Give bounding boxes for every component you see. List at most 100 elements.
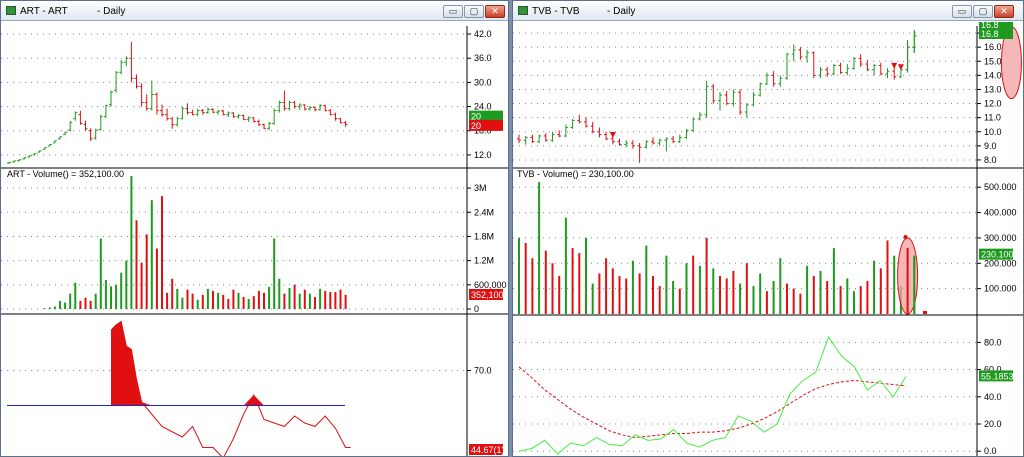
art-volume-volume-bar <box>125 260 128 309</box>
art-volume-volume-bar <box>99 238 102 309</box>
tvb-volume-volume-bar <box>685 263 688 314</box>
tvb-volume-volume-bar <box>611 268 614 314</box>
art-volume-volume-bar <box>150 200 153 309</box>
chart-window-art[interactable]: ART - ART - Daily ▭ ▢ ✕ ART - Volume() =… <box>0 0 509 457</box>
tvb-volume-volume-bar <box>538 182 541 314</box>
art-volume-tick-label: 0 <box>474 304 479 314</box>
tvb-osc-line <box>518 335 907 455</box>
tvb-volume-volume-bar <box>866 281 869 314</box>
art-volume-volume-bar <box>104 279 107 309</box>
art-volume-volume-bar <box>268 286 271 309</box>
tvb-price-tick-label: 8.0 <box>984 155 997 165</box>
tvb-volume-recent-volume-bar <box>913 255 916 314</box>
art-volume-tick-label: 1.8M <box>474 231 494 241</box>
window-period: - Daily <box>607 6 636 17</box>
art-osc-line <box>110 320 351 456</box>
art-volume-volume-bar <box>176 288 179 309</box>
window-titlebar[interactable]: TVB - TVB - Daily ▭ ▢ ✕ <box>513 1 1023 21</box>
art-volume-volume-bar <box>74 282 77 309</box>
tvb-volume-volume-bar <box>739 283 742 314</box>
tvb-price-tick-label: 16.0 <box>984 42 1002 52</box>
art-volume-volume-bar <box>145 234 148 309</box>
art-volume-volume-bar <box>201 294 204 309</box>
tvb-price-tick-label: 15.0 <box>984 56 1002 66</box>
tvb-volume-marker <box>923 311 927 314</box>
tvb-volume-volume-bar <box>524 243 527 314</box>
close-button[interactable]: ✕ <box>994 5 1014 18</box>
art-volume-volume-bar <box>135 220 138 309</box>
art-volume-volume-bar <box>237 292 240 309</box>
tvb-volume-volume-bar <box>846 278 849 314</box>
tvb-osc-tick-label: 20.0 <box>984 419 1002 429</box>
art-volume-volume-bar <box>212 290 214 309</box>
art-volume-tick-label: 1.2M <box>474 256 494 266</box>
restore-button[interactable]: ▢ <box>973 5 993 18</box>
tvb-volume-volume-bar <box>605 258 608 314</box>
chart-window-icon <box>6 6 16 15</box>
tvb-volume-volume-bar <box>558 275 561 314</box>
tvb-price-tick-label: 11.0 <box>984 113 1001 123</box>
art-volume-volume-bar <box>319 288 322 309</box>
tvb-volume-label: TVB - Volume() = 230,100.00 <box>517 169 634 179</box>
art-volume-volume-bar <box>314 296 316 309</box>
window-titlebar[interactable]: ART - ART - Daily ▭ ▢ ✕ <box>1 1 508 21</box>
minimize-button[interactable]: ▭ <box>952 5 972 18</box>
tvb-osc-last: 55.1853 <box>981 371 1014 381</box>
tvb-volume-volume-bar <box>665 255 668 314</box>
art-price-tick-label: 12.0 <box>474 150 492 160</box>
tvb-volume-last: 230.100 <box>981 250 1014 260</box>
art-volume-volume-bar <box>155 248 158 309</box>
art-volume-tick-label: 3M <box>474 183 487 193</box>
art-price-tick-label: 36.0 <box>474 53 492 63</box>
art-volume-last: 352,100 <box>471 290 504 300</box>
art-volume-volume-bar <box>115 284 118 309</box>
tvb-volume-volume-bar <box>772 281 775 314</box>
tvb-volume-volume-bar <box>799 293 802 314</box>
tvb-volume-tick-label: 200.000 <box>984 258 1017 268</box>
tvb-volume-volume-bar <box>645 245 648 314</box>
art-osc-last: 44.67(1) <box>471 445 505 455</box>
tvb-price-last-down: 16.8 <box>981 29 999 39</box>
art-volume-volume-bar <box>273 238 276 309</box>
tvb-volume-volume-bar <box>812 275 815 314</box>
minimize-button[interactable]: ▭ <box>443 5 463 18</box>
tvb-volume-volume-bar <box>759 273 762 314</box>
art-volume-volume-bar <box>232 289 235 309</box>
art-volume-volume-bar <box>64 302 67 309</box>
tvb-osc-tick-label: 0.0 <box>984 446 997 456</box>
restore-button[interactable]: ▢ <box>464 5 484 18</box>
tvb-volume-volume-bar <box>792 288 795 314</box>
art-volume-volume-bar <box>329 292 332 309</box>
tvb-chart-canvas[interactable]: TVB - Volume() = 230,100.00 8.0 9.0 10.0 11… <box>513 22 1024 457</box>
art-price-last-down: 20 <box>471 121 481 131</box>
art-volume-volume-bar <box>252 296 255 309</box>
tvb-volume-volume-bar <box>598 273 601 314</box>
art-volume-volume-bar <box>293 284 296 309</box>
window-title: TVB - TVB <box>532 6 580 17</box>
art-volume-volume-bar <box>283 293 286 309</box>
chart-window-tvb[interactable]: TVB - TVB - Daily ▭ ▢ ✕ TVB - Volume() =… <box>512 0 1024 457</box>
tvb-volume-volume-bar <box>692 255 695 314</box>
art-volume-volume-bar <box>257 290 260 309</box>
tvb-volume-volume-bar <box>678 288 681 314</box>
tvb-osc-tick-label: 40.0 <box>984 392 1002 402</box>
art-chart-canvas[interactable]: ART - Volume() = 352,100.00 12.018.024.0… <box>1 22 509 457</box>
art-volume-volume-bar <box>181 297 184 309</box>
tvb-sell-arrow-icon <box>891 62 898 69</box>
art-volume-volume-bar <box>59 300 61 309</box>
art-volume-volume-bar <box>94 293 97 309</box>
tvb-volume-volume-bar <box>578 253 581 314</box>
art-volume-volume-bar <box>140 262 143 309</box>
art-volume-volume-bar <box>242 296 245 309</box>
tvb-volume-volume-bar <box>873 260 876 314</box>
tvb-volume-volume-bar <box>859 286 862 314</box>
art-volume-volume-bar <box>120 272 123 309</box>
art-volume-volume-bar <box>89 300 92 309</box>
tvb-volume-tick-label: 500.000 <box>984 182 1017 192</box>
window-period: - Daily <box>97 6 126 17</box>
art-osc-tick-label: 70.0 <box>474 366 492 376</box>
tvb-volume-volume-bar <box>752 286 755 314</box>
art-volume-volume-bar <box>344 294 347 309</box>
tvb-volume-volume-bar <box>518 237 520 314</box>
close-button[interactable]: ✕ <box>485 5 505 18</box>
